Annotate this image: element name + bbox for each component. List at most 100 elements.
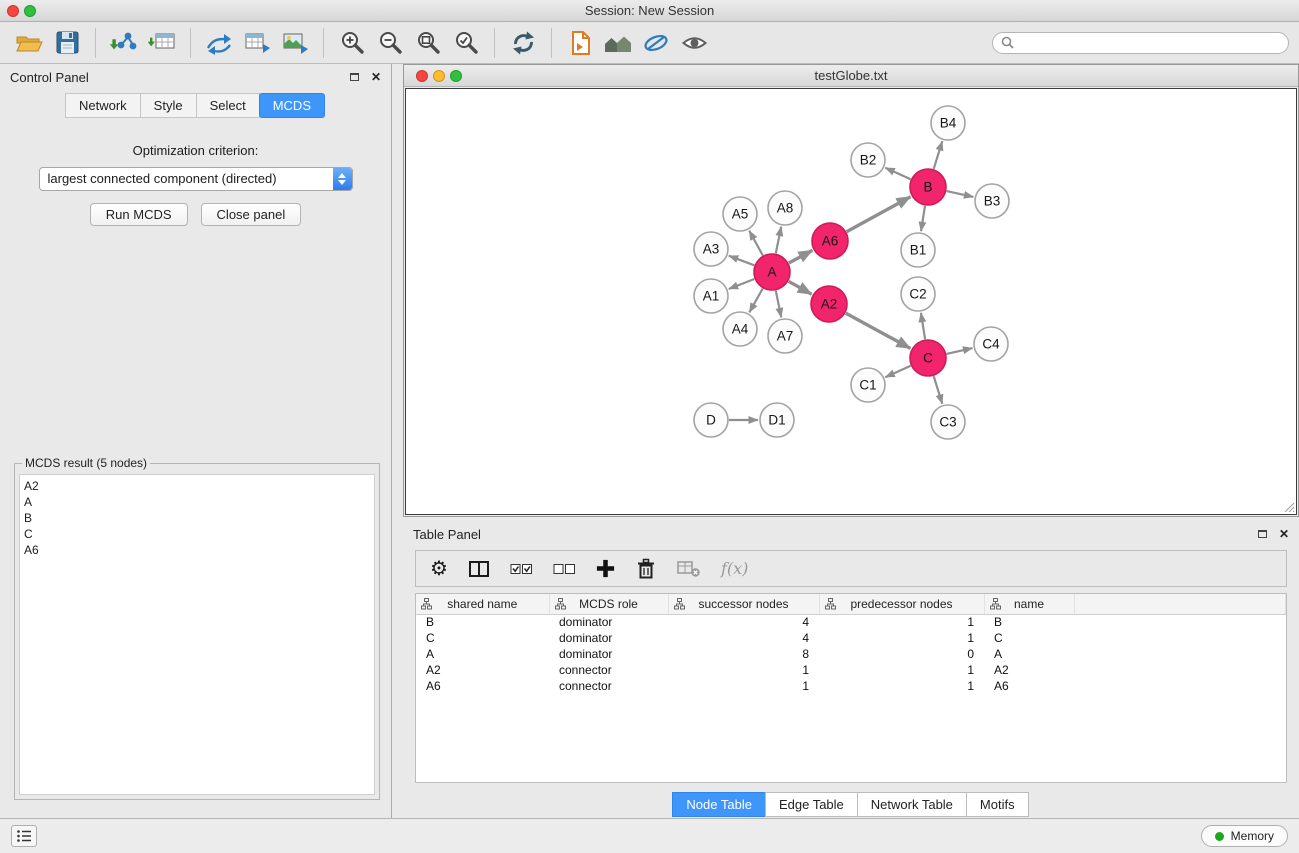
edge-A-A1[interactable] — [729, 279, 755, 289]
edge-A-A8[interactable] — [776, 227, 781, 254]
tab-mcds[interactable]: MCDS — [259, 93, 325, 118]
edge-B-B2[interactable] — [885, 168, 910, 179]
tab-edge-table[interactable]: Edge Table — [765, 792, 858, 817]
edge-C-C3[interactable] — [934, 376, 943, 404]
edge-A6-B[interactable] — [847, 197, 911, 232]
resize-grip-icon[interactable] — [1281, 499, 1295, 513]
result-item[interactable]: A6 — [24, 542, 370, 558]
cell[interactable]: C — [416, 630, 549, 646]
mcds-result-list[interactable]: A2ABCA6 — [19, 474, 375, 795]
cell[interactable]: 1 — [819, 630, 984, 646]
column-header-shared-name[interactable]: shared name — [416, 594, 549, 614]
result-item[interactable]: C — [24, 526, 370, 542]
table-row[interactable]: A2connector11A2 — [416, 662, 1286, 678]
cell[interactable]: 4 — [668, 630, 819, 646]
edge-A-A7[interactable] — [776, 291, 781, 318]
column-header-name[interactable]: name — [984, 594, 1074, 614]
task-history-button[interactable] — [11, 825, 37, 847]
deselect-all-button[interactable] — [553, 560, 576, 578]
edge-C-C1[interactable] — [885, 366, 910, 377]
function-button[interactable]: f(x) — [721, 559, 748, 578]
cell[interactable]: 1 — [819, 614, 984, 630]
edge-B-B4[interactable] — [934, 141, 943, 169]
gear-button[interactable]: ⚙ — [430, 559, 448, 579]
edge-B-B1[interactable] — [921, 206, 925, 231]
cell[interactable]: 1 — [819, 678, 984, 694]
tab-select[interactable]: Select — [196, 93, 260, 118]
import-network-button[interactable] — [105, 26, 143, 60]
optimization-criterion-select[interactable]: largest connected component (directed) — [39, 167, 353, 191]
tab-motifs[interactable]: Motifs — [966, 792, 1029, 817]
float-panel-icon[interactable] — [350, 73, 359, 81]
network-graph[interactable]: B4B2BB3A5A8A6A3B1AC2A1A2A4A7C4CC1DD1C3 — [406, 89, 1297, 515]
run-mcds-button[interactable]: Run MCDS — [90, 203, 188, 226]
network-minimize-button[interactable] — [433, 70, 445, 82]
memory-button[interactable]: Memory — [1201, 825, 1288, 847]
cell[interactable]: A — [416, 646, 549, 662]
tab-node-table[interactable]: Node Table — [672, 792, 766, 817]
cell[interactable]: dominator — [549, 646, 668, 662]
cell[interactable]: A2 — [416, 662, 549, 678]
close-panel-button[interactable]: Close panel — [201, 203, 302, 226]
refresh-button[interactable] — [504, 26, 542, 60]
table-row[interactable]: Adominator80A — [416, 646, 1286, 662]
edge-A-A5[interactable] — [749, 231, 763, 256]
cell[interactable]: B — [416, 614, 549, 630]
float-panel-icon[interactable] — [1258, 530, 1267, 538]
select-all-button[interactable] — [510, 560, 533, 578]
edge-C-C4[interactable] — [947, 348, 973, 354]
column-header-MCDS-role[interactable]: MCDS role — [549, 594, 668, 614]
network-zoom-button[interactable] — [450, 70, 462, 82]
result-item[interactable]: B — [24, 510, 370, 526]
show-hide-button[interactable] — [675, 26, 713, 60]
search-input[interactable] — [1019, 36, 1280, 50]
network-close-button[interactable] — [416, 70, 428, 82]
cell[interactable]: connector — [549, 678, 668, 694]
delete-table-button[interactable] — [677, 559, 701, 578]
cell[interactable]: A — [984, 646, 1074, 662]
close-panel-icon[interactable]: ✕ — [1279, 528, 1289, 540]
cell[interactable]: A6 — [984, 678, 1074, 694]
cell[interactable]: 8 — [668, 646, 819, 662]
open-session-button[interactable] — [10, 26, 48, 60]
table-row[interactable]: Bdominator41B — [416, 614, 1286, 630]
zoom-fit-button[interactable] — [409, 26, 447, 60]
result-item[interactable]: A — [24, 494, 370, 510]
network-from-table-button[interactable] — [238, 26, 276, 60]
import-table-button[interactable] — [143, 26, 181, 60]
add-button[interactable] — [596, 559, 615, 578]
save-session-button[interactable] — [48, 26, 86, 60]
zoom-selected-button[interactable] — [447, 26, 485, 60]
cell[interactable]: 1 — [819, 662, 984, 678]
edge-A-A4[interactable] — [749, 289, 762, 313]
search-field[interactable] — [992, 32, 1289, 54]
table-row[interactable]: Cdominator41C — [416, 630, 1286, 646]
network-canvas[interactable]: B4B2BB3A5A8A6A3B1AC2A1A2A4A7C4CC1DD1C3 — [405, 88, 1297, 515]
cell[interactable]: 1 — [668, 662, 819, 678]
zoom-out-button[interactable] — [371, 26, 409, 60]
column-header-predecessor-nodes[interactable]: predecessor nodes — [819, 594, 984, 614]
edge-A-A2[interactable] — [789, 281, 812, 294]
edge-C-C2[interactable] — [921, 313, 925, 339]
close-window-button[interactable] — [7, 5, 19, 17]
cell[interactable]: dominator — [549, 614, 668, 630]
cell[interactable]: 0 — [819, 646, 984, 662]
tab-style[interactable]: Style — [140, 93, 197, 118]
trash-button[interactable] — [635, 558, 657, 580]
cell[interactable]: 4 — [668, 614, 819, 630]
column-header-successor-nodes[interactable]: successor nodes — [668, 594, 819, 614]
cell[interactable]: A2 — [984, 662, 1074, 678]
cytoscape-home-button[interactable] — [599, 26, 637, 60]
zoom-in-button[interactable] — [333, 26, 371, 60]
tab-network[interactable]: Network — [65, 93, 141, 118]
close-panel-icon[interactable]: ✕ — [371, 71, 381, 83]
edge-B-B3[interactable] — [947, 191, 974, 197]
edge-A-A6[interactable] — [789, 250, 813, 263]
table-row[interactable]: A6connector11A6 — [416, 678, 1286, 694]
cell[interactable]: B — [984, 614, 1074, 630]
cell[interactable]: C — [984, 630, 1074, 646]
cell[interactable]: 1 — [668, 678, 819, 694]
edge-A2-C[interactable] — [846, 313, 911, 348]
tab-network-table[interactable]: Network Table — [857, 792, 967, 817]
zoom-window-button[interactable] — [24, 5, 36, 17]
